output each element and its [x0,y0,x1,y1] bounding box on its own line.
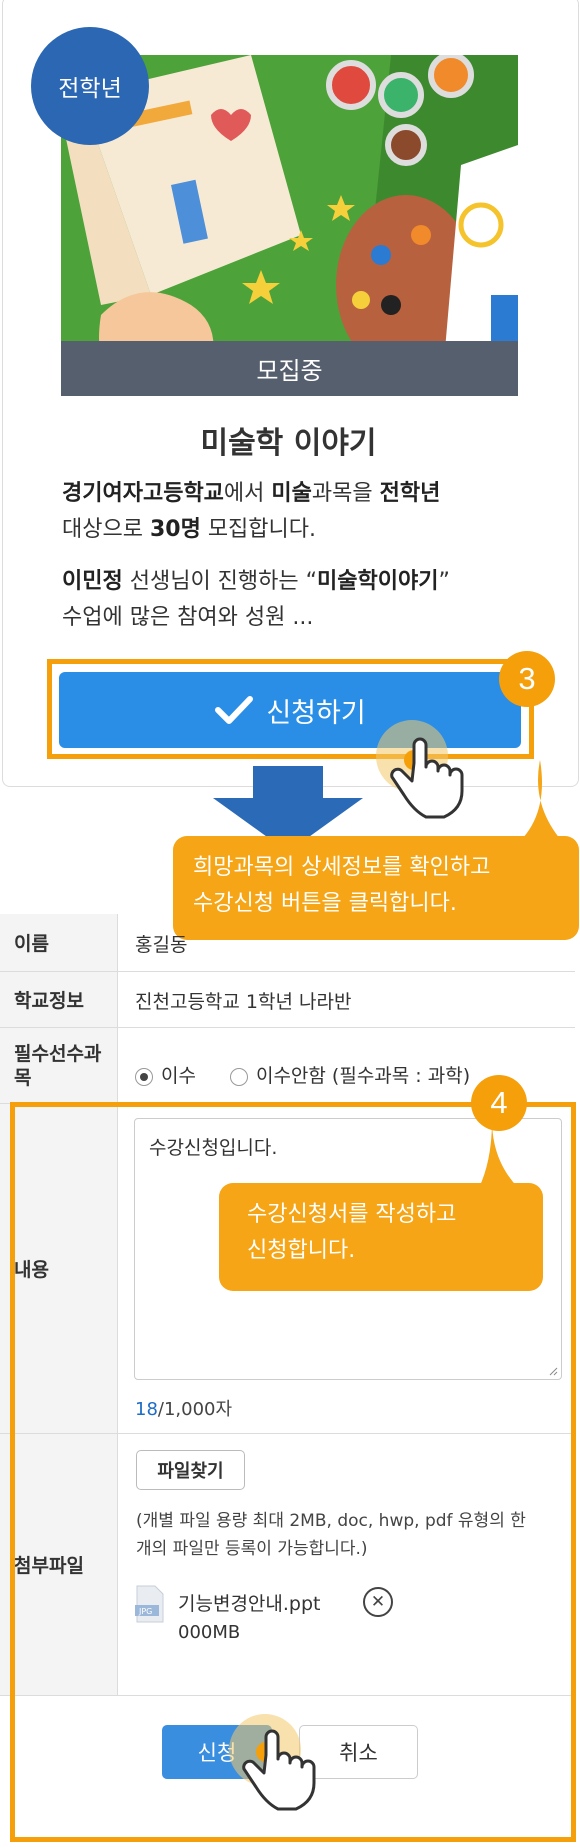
prereq-options: 이수 이수안함 (필수과목 : 과학) [135,1061,470,1088]
cancel-label: 취소 [339,1741,378,1765]
hand-cursor-icon [229,1714,316,1811]
attached-file: JPG 기능변경안내.ppt 000MB ✕ [135,1585,435,1665]
radio-not-completed-label[interactable]: 이수안함 (필수과목 : 과학) [256,1065,470,1087]
course-description-recruit: 경기여자고등학교에서 미술과목을 전학년 대상으로 30명 모집합니다. [62,476,532,548]
file-type-tag: JPG [138,1607,152,1616]
close-icon: ✕ [370,1592,386,1612]
file-name: 기능변경안내.ppt [178,1593,321,1615]
prereq-label-text: 필수선수과 [14,1042,102,1065]
desc-text: 수업에 많은 참여와 성원 ... [62,605,314,630]
teacher-name: 이민정 [62,569,123,594]
form-row-school: 학교정보 진천고등학교 1학년 나라반 [0,972,575,1028]
grade-badge-text: 전학년 [58,76,122,102]
desc-text: ” [438,569,450,594]
callout-text: 수강신청서를 작성하고 [247,1202,457,1227]
file-icon: JPG [135,1585,164,1623]
recruit-status-text: 모집중 [256,357,323,385]
school-value: 진천고등학교 1학년 나라반 [135,991,352,1013]
form-row-name: 이름 홍길동 [0,914,575,972]
remove-file-button[interactable]: ✕ [363,1587,393,1617]
school-label: 학교정보 [0,972,118,1027]
course-name: 미술학이야기 [317,569,439,594]
course-description-teacher: 이민정 선생님이 진행하는 “미술학이야기” 수업에 많은 참여와 성원 ... [62,564,532,636]
radio-completed[interactable] [135,1067,153,1086]
attachment-hint: (개별 파일 용량 최대 2MB, doc, hwp, pdf 유형의 한 개의… [136,1507,566,1563]
apply-button-label: 신청하기 [266,697,366,729]
target-grade: 전학년 [379,481,441,506]
radio-completed-label[interactable]: 이수 [161,1065,196,1087]
recruit-status-bar: 모집중 [61,341,518,396]
char-count-current: 18 [135,1399,158,1420]
desc-text: 과목을 [311,481,380,506]
content-text: 수강신청입니다. [149,1137,278,1159]
desc-text: 모집합니다. [200,517,317,542]
subject-name: 미술 [271,481,312,506]
desc-text: 에서 [223,481,272,506]
prereq-label-text: 목 [14,1066,32,1089]
hand-cursor-icon [376,720,464,819]
content-label: 내용 [0,1104,118,1433]
name-value: 홍길동 [135,934,188,956]
find-file-button[interactable]: 파일찾기 [136,1450,245,1490]
check-icon [215,696,254,724]
prereq-label: 필수선수과 목 [0,1028,118,1103]
file-size: 000MB [178,1622,241,1643]
step-number: 3 [518,661,536,696]
school-name: 경기여자고등학교 [62,481,224,506]
name-label: 이름 [0,914,118,971]
attachment-label: 첨부파일 [0,1434,118,1695]
find-file-label: 파일찾기 [157,1461,224,1482]
step-badge-3: 3 [499,651,555,707]
callout-step4: 수강신청서를 작성하고 신청합니다. [219,1183,543,1291]
recruit-count: 30명 [149,517,201,542]
step-number: 4 [490,1085,508,1120]
char-count-max: /1,000자 [157,1399,233,1420]
course-title: 미술학 이야기 [200,426,377,461]
hint-text: 개의 파일만 등록이 가능합니다.) [136,1539,368,1559]
desc-text: 대상으로 [62,517,150,542]
desc-text: 선생님이 진행하는 “ [122,569,318,594]
callout-text: 신청합니다. [247,1238,356,1263]
grade-badge: 전학년 [31,27,149,145]
hint-text: (개별 파일 용량 최대 2MB, doc, hwp, pdf 유형의 한 [136,1511,526,1531]
char-counter: 18/1,000자 [135,1395,232,1421]
callout-text: 희망과목의 상세정보를 확인하고 [193,855,491,880]
resize-handle-icon[interactable] [548,1366,558,1376]
radio-not-completed[interactable] [229,1067,248,1086]
